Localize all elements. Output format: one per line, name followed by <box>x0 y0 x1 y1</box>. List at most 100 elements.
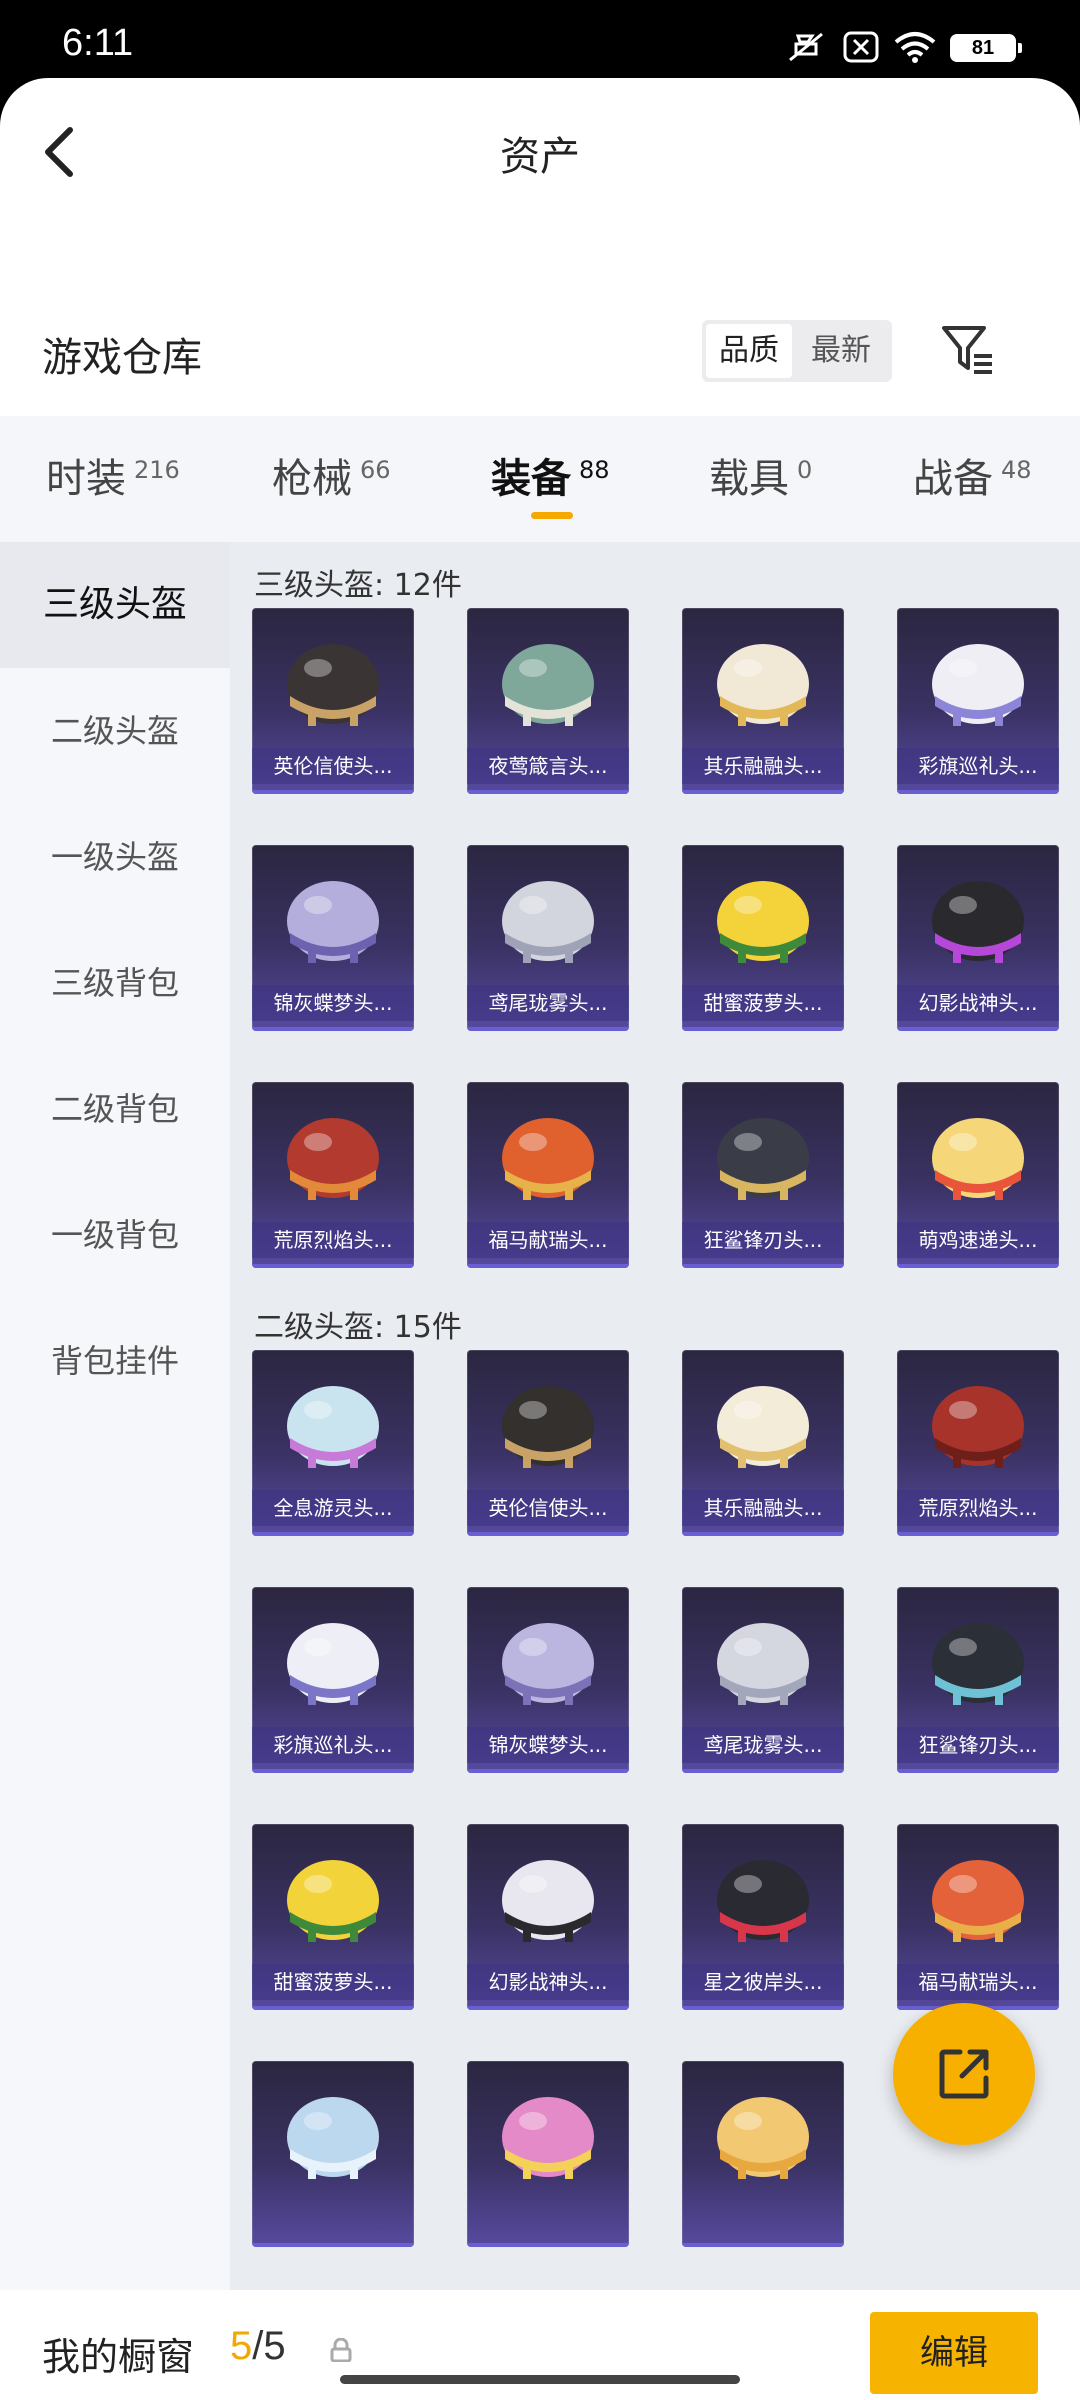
tab-label: 装备 <box>491 456 571 502</box>
helmet-image <box>502 1860 594 1942</box>
sidebar-item-backpack-charms[interactable]: 背包挂件 <box>0 1298 230 1424</box>
helmet-image <box>287 644 379 726</box>
helmet-name: 其乐融融头... <box>682 1490 844 1526</box>
sort-newest-button[interactable]: 最新 <box>798 324 884 378</box>
helmet-name: 锦灰蝶梦头... <box>467 1727 629 1763</box>
helmet-card[interactable]: 锦灰蝶梦头... <box>467 1587 629 1773</box>
helmet-card[interactable]: 萌鸡速递头... <box>897 1082 1059 1268</box>
helmet-name: 鸢尾珑雾头... <box>682 1727 844 1763</box>
helmet-card[interactable]: 福马献瑞头... <box>467 1082 629 1268</box>
helmet-card[interactable]: 彩旗巡礼头... <box>252 1587 414 1773</box>
helmet-name: 福马献瑞头... <box>897 1964 1059 2000</box>
helmet-image <box>287 881 379 963</box>
helmet-card[interactable]: 荒原烈焰头... <box>897 1350 1059 1536</box>
helmet-name: 锦灰蝶梦头... <box>252 985 414 1021</box>
showcase-count: 5/5 <box>230 2324 286 2369</box>
helmet-image <box>502 1623 594 1705</box>
sidebar-item-level3-helmet[interactable]: 三级头盔 <box>0 542 230 668</box>
helmet-card[interactable]: 狂鲨锋刃头... <box>682 1082 844 1268</box>
helmet-card[interactable]: 锦灰蝶梦头... <box>252 845 414 1031</box>
tab-supplies[interactable]: 战备 48 <box>913 416 1032 542</box>
tab-label: 战备 <box>913 456 993 502</box>
helmet-card[interactable]: 鸢尾珑雾头... <box>682 1587 844 1773</box>
group-title: 三级头盔: 12件 <box>254 568 462 603</box>
helmet-name: 夜莺箴言头... <box>467 748 629 784</box>
helmet-card[interactable]: 其乐融融头... <box>682 1350 844 1536</box>
share-icon <box>939 2049 989 2099</box>
helmet-image <box>502 881 594 963</box>
tab-count: 0 <box>797 456 813 484</box>
helmet-name: 彩旗巡礼头... <box>252 1727 414 1763</box>
helmet-name: 萌鸡速递头... <box>897 1222 1059 1258</box>
helmet-image <box>502 2097 594 2179</box>
helmet-card[interactable] <box>682 2061 844 2247</box>
tab-count: 88 <box>579 456 610 484</box>
helmet-image <box>717 2097 809 2179</box>
helmet-image <box>717 1118 809 1200</box>
filter-icon[interactable] <box>940 322 996 378</box>
helmet-card[interactable]: 甜蜜菠萝头... <box>682 845 844 1031</box>
helmet-image <box>287 1386 379 1468</box>
helmet-card[interactable] <box>252 2061 414 2247</box>
helmet-card[interactable]: 甜蜜菠萝头... <box>252 1824 414 2010</box>
helmet-image <box>287 1118 379 1200</box>
battery-icon: 81 <box>950 34 1022 62</box>
helmet-card[interactable]: 彩旗巡礼头... <box>897 608 1059 794</box>
helmet-card[interactable]: 英伦信使头... <box>467 1350 629 1536</box>
helmet-image <box>717 1623 809 1705</box>
sort-toggle: 品质 最新 <box>702 320 892 382</box>
helmet-image <box>717 1386 809 1468</box>
helmet-card[interactable]: 全息游灵头... <box>252 1350 414 1536</box>
sim-off-icon <box>843 31 879 63</box>
tab-label: 载具 <box>709 456 789 502</box>
sidebar-item-level2-backpack[interactable]: 二级背包 <box>0 1046 230 1172</box>
page-title: 资产 <box>500 134 580 180</box>
helmet-image <box>502 1118 594 1200</box>
tab-guns[interactable]: 枪械 66 <box>272 416 391 542</box>
helmet-image <box>502 1386 594 1468</box>
helmet-image <box>932 1860 1024 1942</box>
helmet-name: 荒原烈焰头... <box>252 1222 414 1258</box>
active-tab-indicator <box>531 512 573 519</box>
helmet-name: 狂鲨锋刃头... <box>682 1222 844 1258</box>
helmet-card[interactable]: 幻影战神头... <box>467 1824 629 2010</box>
helmet-image <box>932 1118 1024 1200</box>
sort-quality-button[interactable]: 品质 <box>706 324 792 378</box>
edit-button[interactable]: 编辑 <box>870 2312 1038 2394</box>
helmet-card[interactable]: 夜莺箴言头... <box>467 608 629 794</box>
helmet-name: 狂鲨锋刃头... <box>897 1727 1059 1763</box>
tab-fashion[interactable]: 时装 216 <box>46 416 180 542</box>
sidebar-item-level1-helmet[interactable]: 一级头盔 <box>0 794 230 920</box>
helmet-card[interactable]: 其乐融融头... <box>682 608 844 794</box>
helmet-name: 其乐融融头... <box>682 748 844 784</box>
helmet-card[interactable]: 幻影战神头... <box>897 845 1059 1031</box>
helmet-name: 全息游灵头... <box>252 1490 414 1526</box>
helmet-card[interactable]: 狂鲨锋刃头... <box>897 1587 1059 1773</box>
helmet-image <box>932 1386 1024 1468</box>
helmet-card[interactable]: 福马献瑞头... <box>897 1824 1059 2010</box>
tab-count: 48 <box>1001 456 1032 484</box>
helmet-card[interactable]: 英伦信使头... <box>252 608 414 794</box>
helmet-image <box>287 1860 379 1942</box>
tab-equipment[interactable]: 装备 88 <box>491 416 610 542</box>
helmet-card[interactable] <box>467 2061 629 2247</box>
showcase-total: /5 <box>252 2324 286 2368</box>
sidebar-item-level2-helmet[interactable]: 二级头盔 <box>0 668 230 794</box>
helmet-card[interactable]: 荒原烈焰头... <box>252 1082 414 1268</box>
tab-vehicles[interactable]: 载具 0 <box>709 416 812 542</box>
helmet-name: 鸢尾珑雾头... <box>467 985 629 1021</box>
sidebar-item-level3-backpack[interactable]: 三级背包 <box>0 920 230 1046</box>
tab-label: 时装 <box>46 456 126 502</box>
status-time: 6:11 <box>62 22 134 64</box>
helmet-name: 彩旗巡礼头... <box>897 748 1059 784</box>
share-button[interactable] <box>893 2003 1035 2145</box>
group-title: 二级头盔: 15件 <box>254 1310 462 1345</box>
home-indicator[interactable] <box>340 2375 740 2384</box>
helmet-card[interactable]: 鸢尾珑雾头... <box>467 845 629 1031</box>
helmet-card[interactable]: 星之彼岸头... <box>682 1824 844 2010</box>
helmet-name: 星之彼岸头... <box>682 1964 844 2000</box>
showcase-label: 我的橱窗 <box>42 2335 195 2379</box>
helmet-image <box>932 644 1024 726</box>
sidebar-item-level1-backpack[interactable]: 一级背包 <box>0 1172 230 1298</box>
helmet-image <box>932 1623 1024 1705</box>
